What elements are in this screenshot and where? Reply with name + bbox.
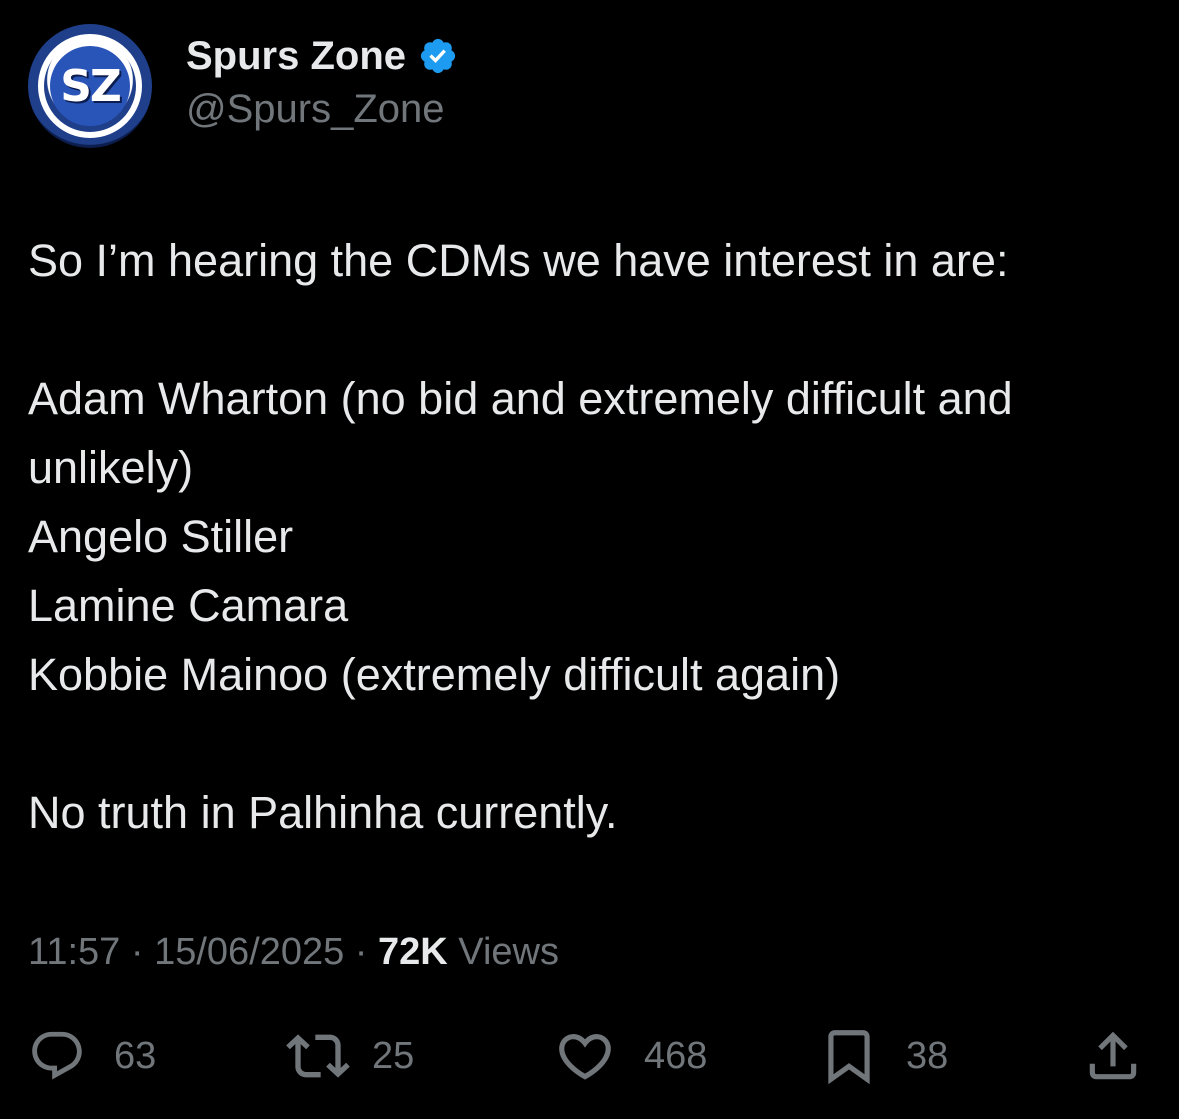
display-name[interactable]: Spurs Zone — [186, 32, 406, 80]
reply-count: 63 — [114, 1034, 157, 1077]
views-count[interactable]: 72K — [378, 931, 448, 973]
reply-icon — [32, 1031, 82, 1080]
meta-separator: · — [344, 931, 379, 973]
meta-separator: · — [120, 931, 155, 973]
tweet-line: No truth in Palhinha currently. — [28, 787, 618, 838]
account-handle[interactable]: @Spurs_Zone — [186, 84, 458, 134]
bookmark-count: 38 — [906, 1034, 949, 1077]
avatar-logo-text: SZ — [60, 60, 122, 112]
like-button[interactable]: 468 — [554, 1020, 707, 1092]
tweet-body: So I’m hearing the CDMs we have interest… — [28, 226, 1148, 847]
tweet-line: So I’m hearing the CDMs we have interest… — [28, 235, 1009, 286]
tweet-line: Angelo Stiller — [28, 511, 294, 562]
reply-button[interactable]: 63 — [28, 1020, 156, 1092]
tweet-line: Adam Wharton (no bid and extremely diffi… — [28, 373, 1026, 493]
action-bar: 63 25 468 38 — [28, 1020, 1140, 1092]
bookmark-icon — [828, 1030, 870, 1085]
tweet-line: Kobbie Mainoo (extremely difficult again… — [28, 649, 841, 700]
bookmark-button[interactable]: 38 — [818, 1020, 948, 1092]
repost-button[interactable]: 25 — [286, 1020, 414, 1092]
tweet-meta: 11:57 · 15/06/2025 · 72K Views — [28, 924, 559, 980]
repost-icon — [286, 1034, 350, 1078]
tweet-line — [28, 709, 1148, 778]
tweet-header: SZ Spurs Zone @Spurs_Zone — [28, 24, 458, 148]
tweet-time[interactable]: 11:57 — [28, 931, 120, 973]
avatar-badge: SZ — [50, 46, 130, 126]
tweet-line: Lamine Camara — [28, 580, 349, 631]
name-row: Spurs Zone — [186, 32, 458, 80]
account-names: Spurs Zone @Spurs_Zone — [186, 32, 458, 134]
heart-icon — [559, 1034, 611, 1080]
views-label: Views — [447, 931, 559, 973]
repost-count: 25 — [372, 1034, 415, 1077]
like-count: 468 — [644, 1034, 708, 1077]
avatar[interactable]: SZ — [28, 24, 152, 148]
share-button[interactable] — [1082, 1020, 1144, 1092]
tweet-date[interactable]: 15/06/2025 — [154, 931, 344, 973]
verified-badge-icon[interactable] — [418, 36, 458, 76]
share-icon — [1089, 1031, 1137, 1080]
tweet-line — [28, 295, 1148, 364]
